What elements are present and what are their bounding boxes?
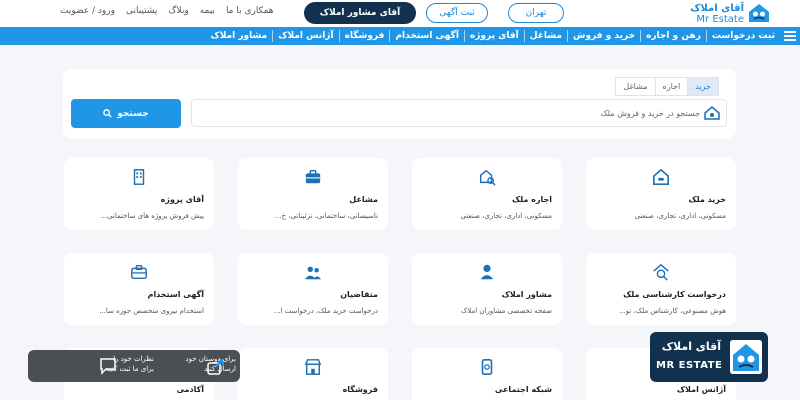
card-title: آژانس املاک (676, 385, 726, 394)
search-input[interactable]: جستجو در خرید و فروش ملک (191, 99, 727, 127)
logo-fa-text: آقای املاک (690, 3, 744, 14)
nav-items: ثبت درخواست رهن و اجاره خرید و فروش مشاغ… (206, 27, 796, 45)
feedback-bar: برای دوستان خود ارسال کنید نظرات خود را … (28, 350, 240, 382)
top-bar: آقای املاک Mr Estate تهران ثبت آگهی آقای… (0, 0, 800, 27)
nav-item-hiring[interactable]: آگهی استخدام (389, 30, 463, 42)
brand-badge[interactable]: آقای املاک MR ESTATE (650, 332, 768, 382)
link-login[interactable]: ورود / عضویت (60, 6, 115, 16)
store-icon (304, 359, 322, 375)
card-buy-property[interactable]: خرید ملک مسکونی، اداری، تجاری، صنعتی (586, 158, 736, 230)
search-tabs: خرید اجاره مشاغل (615, 77, 719, 96)
card-title: مشاور املاک (501, 290, 552, 299)
nav-item-project[interactable]: آقای پروژه (463, 30, 524, 42)
search-placeholder: جستجو در خرید و فروش ملک (600, 108, 700, 118)
tab-rent[interactable]: اجاره (654, 77, 689, 96)
card-title: مشاغل (349, 195, 378, 204)
card-hiring[interactable]: آگهی استخدام استخدام نیروی متخصص حوزه سا… (64, 253, 214, 325)
card-title: آقای پروژه (160, 195, 204, 204)
share-text[interactable]: برای دوستان خود ارسال کنید (182, 354, 237, 374)
card-title: آکادمی (176, 385, 204, 394)
main-navbar: ثبت درخواست رهن و اجاره خرید و فروش مشاغ… (0, 27, 800, 45)
link-blog[interactable]: وبلاگ (168, 6, 188, 16)
card-real-estate-advisor[interactable]: مشاور املاک صفحه تخصصی مشاوران املاک (412, 253, 562, 325)
link-support[interactable]: پشتیبانی (126, 6, 157, 16)
card-title: آگهی استخدام (147, 290, 204, 299)
card-social-network[interactable]: شبکه اجتماعی (412, 348, 562, 400)
briefcase-icon (131, 264, 147, 280)
search-icon (103, 109, 112, 118)
house-search-icon (704, 106, 720, 120)
nav-item-buy-sell[interactable]: خرید و فروش (567, 30, 640, 42)
house-search-icon (653, 263, 669, 281)
nav-item-request[interactable]: ثبت درخواست (705, 30, 780, 42)
brand-badge-fa: آقای املاک (661, 340, 721, 353)
logo-en-text: Mr Estate (696, 14, 744, 25)
card-title: فروشگاه (342, 385, 378, 394)
hamburger-icon[interactable] (784, 31, 796, 41)
card-desc: مسکونی، اداری، تجاری، صنعتی (460, 212, 552, 220)
briefcase-icon (305, 169, 321, 184)
search-button[interactable]: جستجو (71, 99, 181, 128)
card-desc: تاسیساتی، ساختمانی، تزئیناتی، خ... (274, 212, 378, 220)
nav-item-rent[interactable]: رهن و اجاره (640, 30, 706, 42)
nav-item-store[interactable]: فروشگاه (338, 30, 390, 42)
logo-house-icon[interactable] (748, 3, 770, 23)
top-links: همکاری با ما بیمه وبلاگ پشتیبانی ورود / … (60, 6, 274, 16)
nav-item-jobs[interactable]: مشاغل (523, 30, 567, 42)
card-desc: صفحه تخصصی مشاوران املاک (461, 307, 552, 315)
advisor-button[interactable]: آقای مشاور املاک (304, 2, 416, 24)
comment-text[interactable]: نظرات خود را برای ما ثبت کنید (98, 354, 154, 374)
house-icon (652, 168, 670, 186)
card-project[interactable]: آقای پروژه پیش فروش پروژه های ساختمانی..… (64, 158, 214, 230)
search-panel: خرید اجاره مشاغل جستجو در خرید و فروش مل… (63, 69, 736, 138)
link-insurance[interactable]: بیمه (200, 6, 215, 16)
link-cooperate[interactable]: همکاری با ما (226, 6, 274, 16)
key-house-icon (479, 169, 496, 186)
person-icon (480, 264, 494, 280)
logo-house-icon (730, 340, 762, 374)
nav-item-agency[interactable]: آژانس املاک (272, 30, 338, 42)
tab-buy[interactable]: خرید (687, 77, 719, 96)
card-desc: پیش فروش پروژه های ساختمانی... (100, 212, 204, 220)
card-applicants[interactable]: متقاضیان درخواست خرید ملک، درخواست ا... (238, 253, 388, 325)
card-desc: مسکونی، اداری، تجاری، صنعتی (634, 212, 726, 220)
site-logo[interactable]: آقای املاک Mr Estate (690, 3, 744, 25)
card-store[interactable]: فروشگاه (238, 348, 388, 400)
city-select-button[interactable]: تهران (508, 3, 564, 23)
search-button-label: جستجو (117, 108, 149, 119)
users-icon (304, 266, 322, 280)
card-jobs[interactable]: مشاغل تاسیساتی، ساختمانی، تزئیناتی، خ... (238, 158, 388, 230)
card-desc: درخواست خرید ملک، درخواست ا... (273, 307, 378, 315)
card-desc: استخدام نیروی متخصص حوزه سا... (99, 307, 204, 315)
building-icon (133, 169, 145, 185)
card-title: شبکه اجتماعی (494, 385, 552, 394)
card-rent-property[interactable]: اجاره ملک مسکونی، اداری، تجاری، صنعتی (412, 158, 562, 230)
phone-icon (481, 358, 493, 376)
tab-jobs[interactable]: مشاغل (615, 77, 656, 96)
card-property-appraisal[interactable]: درخواست کارشناسی ملک هوش مصنوعی، کارشناس… (586, 253, 736, 325)
post-ad-button[interactable]: ثبت آگهی (426, 3, 488, 23)
card-title: اجاره ملک (511, 195, 552, 204)
nav-item-advisor[interactable]: مشاور املاک (206, 30, 273, 42)
card-title: درخواست کارشناسی ملک (623, 290, 726, 299)
card-desc: هوش مصنوعی، کارشناس ملک، تو... (619, 307, 726, 315)
brand-badge-en: MR ESTATE (656, 360, 723, 371)
card-title: خرید ملک (688, 195, 726, 204)
card-title: متقاضیان (340, 290, 378, 299)
